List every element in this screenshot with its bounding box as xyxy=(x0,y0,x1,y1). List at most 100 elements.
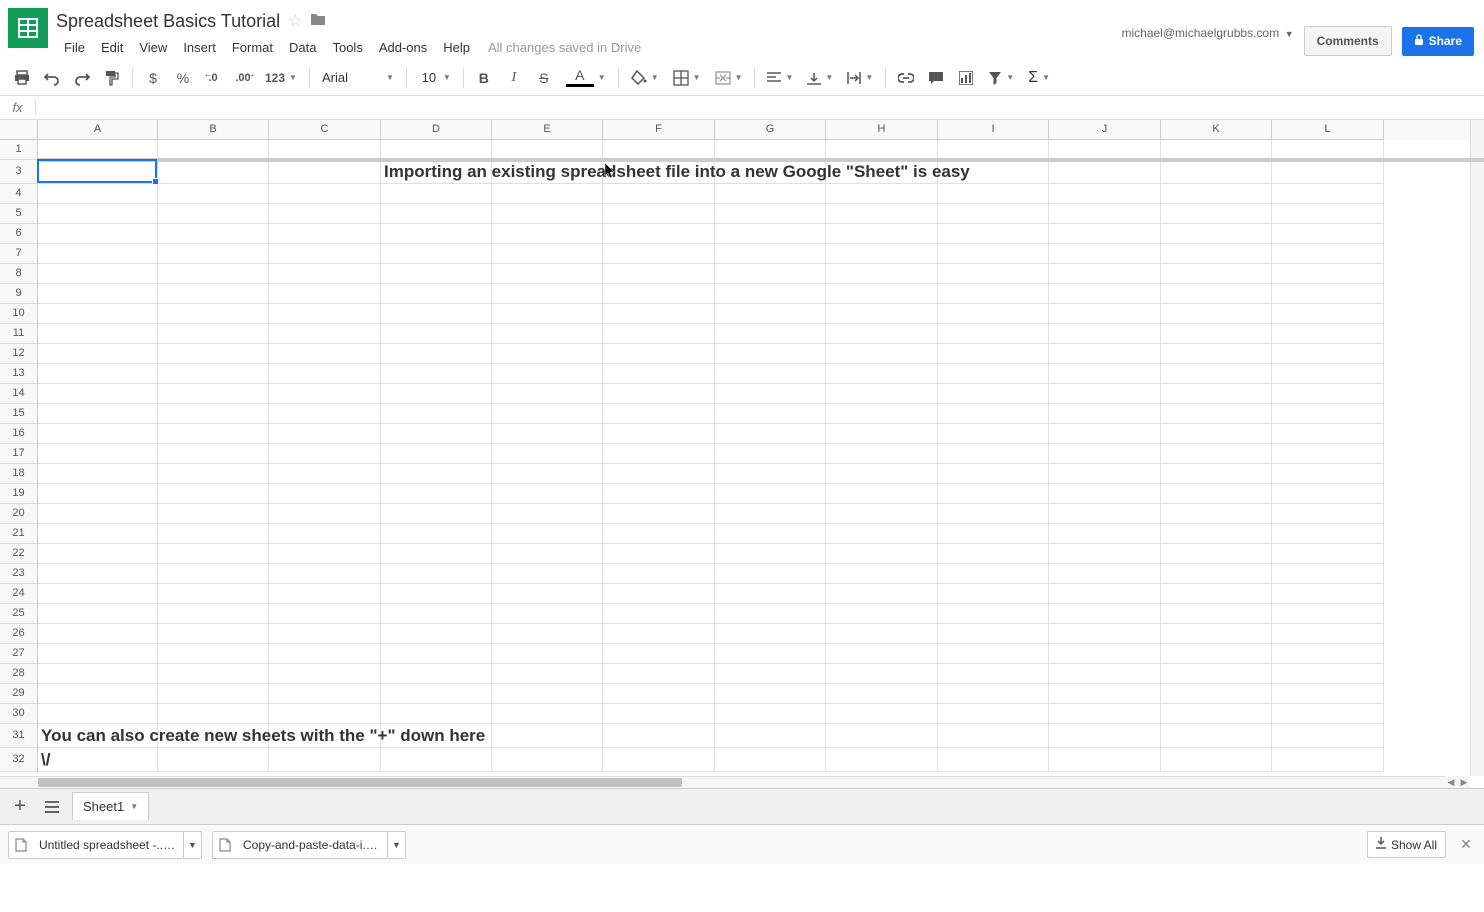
cell[interactable] xyxy=(492,604,603,624)
cell[interactable] xyxy=(158,564,269,584)
cell[interactable] xyxy=(158,444,269,464)
cell[interactable] xyxy=(38,140,158,160)
share-button[interactable]: Share xyxy=(1402,27,1474,56)
row-header-13[interactable]: 13 xyxy=(0,364,38,384)
cell[interactable] xyxy=(269,304,381,324)
cell[interactable] xyxy=(1049,444,1161,464)
cell[interactable] xyxy=(381,464,492,484)
frozen-row-divider[interactable] xyxy=(38,158,1484,162)
row-header-27[interactable]: 27 xyxy=(0,644,38,664)
horizontal-scrollbar-thumb[interactable] xyxy=(38,778,682,787)
cell[interactable] xyxy=(269,364,381,384)
cell[interactable] xyxy=(1161,304,1272,324)
cell[interactable] xyxy=(269,644,381,664)
cell[interactable] xyxy=(1161,424,1272,444)
menu-addons[interactable]: Add-ons xyxy=(371,38,435,57)
cell[interactable] xyxy=(381,244,492,264)
cell[interactable] xyxy=(492,684,603,704)
cell[interactable] xyxy=(603,264,715,284)
row-header-6[interactable]: 6 xyxy=(0,224,38,244)
cell[interactable] xyxy=(38,344,158,364)
cell[interactable] xyxy=(938,644,1049,664)
cell[interactable] xyxy=(158,524,269,544)
cell[interactable] xyxy=(1049,364,1161,384)
cell[interactable] xyxy=(826,364,938,384)
cell[interactable] xyxy=(715,204,826,224)
cell[interactable] xyxy=(603,584,715,604)
cell[interactable] xyxy=(715,684,826,704)
cell[interactable] xyxy=(1161,504,1272,524)
formula-input[interactable] xyxy=(36,100,1484,115)
cell[interactable] xyxy=(826,424,938,444)
scroll-left-icon[interactable]: ◀ xyxy=(1445,776,1457,788)
cell[interactable] xyxy=(269,184,381,204)
cell[interactable] xyxy=(38,204,158,224)
cell[interactable] xyxy=(381,604,492,624)
row-header-32[interactable]: 32 xyxy=(0,748,38,772)
cell[interactable] xyxy=(603,344,715,364)
cell[interactable] xyxy=(1049,464,1161,484)
cell[interactable] xyxy=(492,304,603,324)
cell[interactable] xyxy=(603,364,715,384)
cell[interactable] xyxy=(603,704,715,724)
cell[interactable] xyxy=(1272,484,1384,504)
menu-data[interactable]: Data xyxy=(281,38,324,57)
column-header-B[interactable]: B xyxy=(158,120,269,140)
cell[interactable] xyxy=(1161,140,1272,160)
row-header-12[interactable]: 12 xyxy=(0,344,38,364)
font-name-select[interactable]: Arial▼ xyxy=(316,64,400,92)
cell[interactable] xyxy=(826,204,938,224)
cell[interactable] xyxy=(1049,564,1161,584)
cell[interactable] xyxy=(381,684,492,704)
cell[interactable] xyxy=(269,284,381,304)
cell[interactable] xyxy=(38,504,158,524)
cell[interactable] xyxy=(826,244,938,264)
merge-cells-button[interactable]: ▼ xyxy=(709,64,749,92)
cell[interactable] xyxy=(1161,544,1272,564)
cell[interactable] xyxy=(492,584,603,604)
cell[interactable] xyxy=(1161,584,1272,604)
cell[interactable] xyxy=(1049,264,1161,284)
menu-edit[interactable]: Edit xyxy=(93,38,131,57)
menu-file[interactable]: File xyxy=(56,38,93,57)
cell[interactable] xyxy=(715,364,826,384)
row-header-16[interactable]: 16 xyxy=(0,424,38,444)
cell[interactable] xyxy=(938,564,1049,584)
cell[interactable] xyxy=(1049,664,1161,684)
cell[interactable] xyxy=(492,504,603,524)
column-header-G[interactable]: G xyxy=(715,120,826,140)
cell[interactable] xyxy=(38,160,158,184)
cell[interactable] xyxy=(603,748,715,772)
cell[interactable] xyxy=(269,344,381,364)
cell[interactable] xyxy=(158,464,269,484)
horizontal-scrollbar[interactable] xyxy=(0,776,1470,788)
cell[interactable] xyxy=(1161,748,1272,772)
cell[interactable] xyxy=(38,664,158,684)
cell[interactable] xyxy=(492,748,603,772)
cell[interactable] xyxy=(492,424,603,444)
cell[interactable] xyxy=(715,704,826,724)
cell[interactable] xyxy=(1049,544,1161,564)
cell[interactable] xyxy=(1049,344,1161,364)
cell[interactable] xyxy=(1049,140,1161,160)
cell[interactable] xyxy=(715,504,826,524)
cell[interactable] xyxy=(938,184,1049,204)
cell[interactable] xyxy=(603,564,715,584)
cell[interactable] xyxy=(38,704,158,724)
cell[interactable] xyxy=(1161,464,1272,484)
insert-comment-icon[interactable] xyxy=(922,64,950,92)
cell[interactable] xyxy=(492,324,603,344)
cell[interactable] xyxy=(1272,504,1384,524)
cell[interactable] xyxy=(381,504,492,524)
currency-button[interactable]: $ xyxy=(139,64,167,92)
cell[interactable]: You can also create new sheets with the … xyxy=(38,724,158,748)
cell[interactable] xyxy=(38,524,158,544)
cell[interactable] xyxy=(269,564,381,584)
filter-button[interactable]: ▼ xyxy=(982,64,1020,92)
cell[interactable] xyxy=(1049,404,1161,424)
row-header-29[interactable]: 29 xyxy=(0,684,38,704)
cell[interactable] xyxy=(1049,304,1161,324)
cell[interactable] xyxy=(269,748,381,772)
cell[interactable] xyxy=(158,664,269,684)
cell[interactable] xyxy=(938,324,1049,344)
